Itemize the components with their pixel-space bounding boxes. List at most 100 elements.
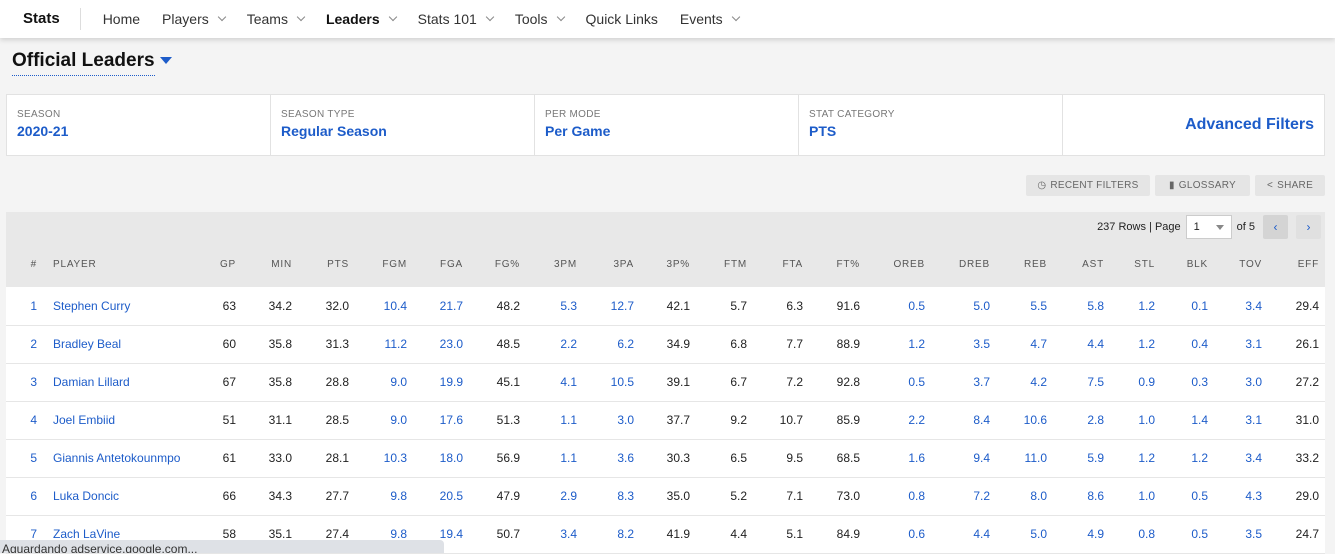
cell-3pa[interactable]: 10.5 (577, 363, 634, 402)
next-page-button[interactable]: › (1296, 215, 1321, 239)
cell-stl[interactable]: 1.2 (1104, 287, 1155, 326)
nav-item-stats-101[interactable]: Stats 101 (418, 11, 495, 27)
cell-fgm[interactable]: 10.4 (349, 287, 407, 326)
brand-stats[interactable]: Stats (0, 8, 81, 30)
cell-oreb[interactable]: 0.6 (860, 515, 925, 554)
cell-3pa[interactable]: 8.3 (577, 477, 634, 516)
cell-3pm[interactable]: 3.4 (520, 515, 577, 554)
cell-tov[interactable]: 4.3 (1208, 477, 1262, 516)
cell-stl[interactable]: 1.2 (1104, 439, 1155, 478)
cell-oreb[interactable]: 1.6 (860, 439, 925, 478)
column-header-oreb[interactable]: OREB (860, 242, 925, 287)
column-header-eff[interactable]: EFF (1262, 242, 1325, 287)
cell-reb[interactable]: 5.0 (990, 515, 1047, 554)
cell-tov[interactable]: 3.4 (1208, 439, 1262, 478)
glossary-button[interactable]: ▮ GLOSSARY (1155, 175, 1250, 196)
page-title[interactable]: Official Leaders (12, 50, 155, 76)
cell-fgm[interactable]: 10.3 (349, 439, 407, 478)
column-header-blk[interactable]: BLK (1155, 242, 1208, 287)
cell-3pm[interactable]: 1.1 (520, 439, 577, 478)
cell-blk[interactable]: 0.3 (1155, 363, 1208, 402)
cell-ast[interactable]: 4.4 (1047, 325, 1104, 364)
cell-ast[interactable]: 5.9 (1047, 439, 1104, 478)
prev-page-button[interactable]: ‹ (1263, 215, 1288, 239)
cell-dreb[interactable]: 8.4 (925, 401, 990, 440)
cell-blk[interactable]: 1.4 (1155, 401, 1208, 440)
cell-oreb[interactable]: 2.2 (860, 401, 925, 440)
nav-item-events[interactable]: Events (680, 11, 740, 27)
cell-ast[interactable]: 7.5 (1047, 363, 1104, 402)
cell-fga[interactable]: 23.0 (407, 325, 463, 364)
cell-stl[interactable]: 1.0 (1104, 401, 1155, 440)
filter-season-type[interactable]: SEASON TYPE Regular Season (271, 95, 535, 155)
column-header-fga[interactable]: FGA (407, 242, 463, 287)
cell-tov[interactable]: 3.1 (1208, 325, 1262, 364)
column-header-fg[interactable]: FG% (463, 242, 520, 287)
column-header-pts[interactable]: PTS (292, 242, 349, 287)
cell-oreb[interactable]: 0.8 (860, 477, 925, 516)
cell-dreb[interactable]: 9.4 (925, 439, 990, 478)
cell-stl[interactable]: 0.9 (1104, 363, 1155, 402)
cell-3pa[interactable]: 8.2 (577, 515, 634, 554)
player-link[interactable]: Joel Embiid (45, 401, 200, 440)
column-header-ast[interactable]: AST (1047, 242, 1104, 287)
cell-ast[interactable]: 4.9 (1047, 515, 1104, 554)
cell-oreb[interactable]: 1.2 (860, 325, 925, 364)
cell-fga[interactable]: 19.9 (407, 363, 463, 402)
cell-fga[interactable]: 18.0 (407, 439, 463, 478)
cell-ast[interactable]: 2.8 (1047, 401, 1104, 440)
cell-stl[interactable]: 1.2 (1104, 325, 1155, 364)
cell-fgm[interactable]: 9.0 (349, 363, 407, 402)
cell-ast[interactable]: 8.6 (1047, 477, 1104, 516)
cell-stl[interactable]: 0.8 (1104, 515, 1155, 554)
cell-reb[interactable]: 4.7 (990, 325, 1047, 364)
cell-fgm[interactable]: 11.2 (349, 325, 407, 364)
cell-3pa[interactable]: 6.2 (577, 325, 634, 364)
cell-3pa[interactable]: 3.0 (577, 401, 634, 440)
player-link[interactable]: Luka Doncic (45, 477, 200, 516)
cell-3pm[interactable]: 5.3 (520, 287, 577, 326)
cell-blk[interactable]: 0.4 (1155, 325, 1208, 364)
cell-blk[interactable]: 0.1 (1155, 287, 1208, 326)
filter-season[interactable]: SEASON 2020-21 (7, 95, 271, 155)
cell-fgm[interactable]: 9.8 (349, 477, 407, 516)
nav-item-teams[interactable]: Teams (247, 11, 306, 27)
cell-tov[interactable]: 3.5 (1208, 515, 1262, 554)
cell-dreb[interactable]: 5.0 (925, 287, 990, 326)
cell-tov[interactable]: 3.4 (1208, 287, 1262, 326)
cell-stl[interactable]: 1.0 (1104, 477, 1155, 516)
cell-reb[interactable]: 5.5 (990, 287, 1047, 326)
player-link[interactable]: Damian Lillard (45, 363, 200, 402)
cell-reb[interactable]: 8.0 (990, 477, 1047, 516)
cell-dreb[interactable]: 7.2 (925, 477, 990, 516)
column-header-3p[interactable]: 3P% (634, 242, 690, 287)
caret-down-icon[interactable] (160, 57, 172, 64)
cell-3pm[interactable]: 1.1 (520, 401, 577, 440)
player-link[interactable]: Stephen Curry (45, 287, 200, 326)
cell-reb[interactable]: 4.2 (990, 363, 1047, 402)
page-select[interactable]: 1 (1185, 215, 1232, 239)
column-header-reb[interactable]: REB (990, 242, 1047, 287)
cell-fgm[interactable]: 9.0 (349, 401, 407, 440)
nav-item-home[interactable]: Home (103, 11, 140, 27)
column-header-ftm[interactable]: FTM (690, 242, 747, 287)
cell-3pa[interactable]: 12.7 (577, 287, 634, 326)
cell-dreb[interactable]: 4.4 (925, 515, 990, 554)
column-header-3pa[interactable]: 3PA (577, 242, 634, 287)
column-header-fgm[interactable]: FGM (349, 242, 407, 287)
cell-fga[interactable]: 17.6 (407, 401, 463, 440)
cell-dreb[interactable]: 3.7 (925, 363, 990, 402)
cell-blk[interactable]: 0.5 (1155, 515, 1208, 554)
filter-stat-category[interactable]: STAT CATEGORY PTS (799, 95, 1063, 155)
cell-3pm[interactable]: 2.9 (520, 477, 577, 516)
cell-reb[interactable]: 11.0 (990, 439, 1047, 478)
cell-tov[interactable]: 3.0 (1208, 363, 1262, 402)
cell-oreb[interactable]: 0.5 (860, 363, 925, 402)
cell-3pm[interactable]: 2.2 (520, 325, 577, 364)
cell-oreb[interactable]: 0.5 (860, 287, 925, 326)
advanced-filters-link[interactable]: Advanced Filters (1063, 95, 1324, 155)
player-link[interactable]: Bradley Beal (45, 325, 200, 364)
cell-blk[interactable]: 0.5 (1155, 477, 1208, 516)
column-header-3pm[interactable]: 3PM (520, 242, 577, 287)
cell-fga[interactable]: 21.7 (407, 287, 463, 326)
